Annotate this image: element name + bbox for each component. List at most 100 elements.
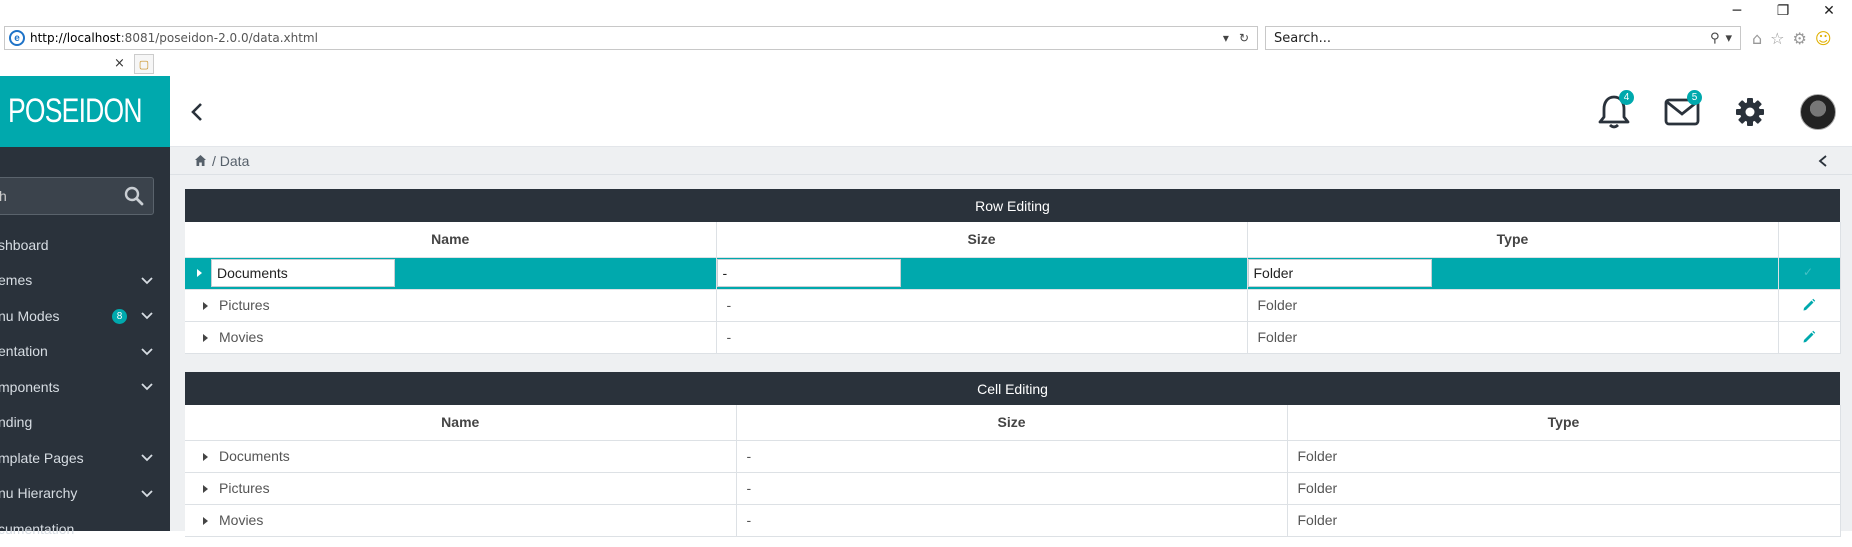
row-editing-panel: Row Editing Name Size Type Documents - F… [185,189,1841,354]
sidebar-item-label: nding [0,414,33,431]
row-editing-table: Name Size Type Documents - Folder ✓ Pict… [185,222,1841,354]
type-cell[interactable]: Folder [1286,439,1841,473]
sidebar: ≋ POSEIDON shboard emes nu Modes 8 entation m… [0,76,170,537]
search-dropdown-icon[interactable]: ▾ [1725,31,1732,46]
settings-gear-icon[interactable]: ⚙ [1793,29,1807,48]
chevron-down-icon [141,454,153,462]
row-toggler-icon[interactable] [203,453,208,462]
sidebar-item[interactable]: mplate Pages [0,440,170,476]
minimize-button[interactable]: ─ [1714,0,1760,22]
row-toggler-icon[interactable] [197,269,202,277]
chevron-down-icon [141,347,153,355]
settings-button[interactable] [1716,76,1784,147]
dropdown-icon[interactable]: ▾ [1223,31,1229,45]
chevron-down-icon [141,489,153,497]
sidebar-search-input[interactable] [0,188,115,204]
column-header-actions [1777,222,1841,258]
column-header-name[interactable]: Name [185,222,717,258]
close-window-button[interactable]: ✕ [1806,0,1852,22]
sidebar-item[interactable]: nu Modes 8 [0,298,170,334]
sidebar-menu: shboard emes nu Modes 8 entation mponents ndin… [0,227,170,547]
favorites-star-icon[interactable]: ☆ [1770,29,1784,48]
home-icon[interactable]: ⌂ [1752,29,1762,48]
profile-button[interactable] [1784,76,1852,147]
name-cell[interactable]: Documents [185,439,737,473]
type-input[interactable]: Folder [1247,259,1432,287]
name-cell: Movies [185,320,717,354]
feedback-smiley-icon[interactable]: ☺ [1815,29,1832,48]
sidebar-item[interactable]: entation [0,334,170,370]
table-row: Pictures - Folder [185,288,1841,322]
logo[interactable]: ≋ POSEIDON [0,76,170,147]
save-check-icon[interactable]: ✓ [1803,265,1813,279]
sidebar-item[interactable]: shboard [0,227,170,263]
column-header-type[interactable]: Type [1286,405,1841,441]
sidebar-item[interactable]: emes [0,263,170,299]
menu-count-badge: 8 [112,309,127,324]
name-cell[interactable]: Movies [185,503,737,537]
column-header-type[interactable]: Type [1246,222,1779,258]
refresh-icon[interactable]: ↻ [1239,31,1249,45]
new-tab-button[interactable]: ▢ [134,54,154,74]
sidebar-item-label: shboard [0,236,49,253]
sidebar-item-label: nu Hierarchy [0,485,78,502]
size-cell[interactable]: - [735,503,1288,537]
type-cell: Folder [1246,288,1779,322]
type-cell[interactable]: Folder [1286,471,1841,505]
sidebar-item[interactable]: nu Hierarchy [0,476,170,512]
row-toggler-icon[interactable] [203,517,208,526]
pencil-icon[interactable] [1802,330,1816,344]
row-name: Movies [219,329,264,345]
row-toggler-icon[interactable] [203,302,208,311]
table-row: Movies - Folder [185,503,1841,537]
notifications-button[interactable]: 4 [1580,76,1648,147]
sidebar-item-label: cumentation [0,520,75,537]
row-toggler-icon[interactable] [203,334,208,343]
tab-strip: × ▢ [0,52,1852,76]
home-icon[interactable] [194,154,207,167]
sidebar-item-label: mponents [0,378,60,395]
type-cell[interactable]: Folder [1286,503,1841,537]
size-cell[interactable]: - [735,471,1288,505]
avatar [1800,93,1836,130]
browser-search-bar[interactable]: Search... ⚲ ▾ [1265,26,1741,50]
table-row: Documents - Folder ✓ [185,256,1841,290]
chevron-down-icon [141,276,153,284]
type-cell: Folder [1246,256,1779,290]
notifications-count-badge: 4 [1619,90,1634,105]
name-cell: Documents [185,256,717,290]
cell-editing-title: Cell Editing [185,372,1840,405]
messages-button[interactable]: 5 [1648,76,1716,147]
search-icon[interactable]: ⚲ [1710,31,1720,46]
sidebar-item-label: nu Modes [0,307,60,324]
url-text[interactable]: http://localhost:8081/poseidon-2.0.0/dat… [30,31,1223,45]
menu-toggle-chevron-left-icon[interactable] [186,100,208,124]
breadcrumb: / Data [170,147,1852,175]
browser-chrome: ─ ❐ ✕ e http://localhost:8081/poseidon-2… [0,0,1852,76]
sidebar-item[interactable]: cumentation [0,511,170,547]
type-cell: Folder [1246,320,1779,354]
name-cell[interactable]: Pictures [185,471,737,505]
row-name: Pictures [219,297,270,313]
sidebar-item[interactable]: nding [0,405,170,441]
size-cell[interactable]: - [735,439,1288,473]
size-cell: - [715,320,1248,354]
search-icon[interactable] [121,183,147,209]
column-header-size[interactable]: Size [735,405,1288,441]
address-bar[interactable]: e http://localhost:8081/poseidon-2.0.0/d… [4,26,1258,50]
column-header-name[interactable]: Name [185,405,737,441]
size-input[interactable]: - [716,259,901,287]
name-input[interactable]: Documents [211,259,395,287]
row-toggler-icon[interactable] [203,485,208,494]
pencil-icon[interactable] [1802,298,1816,312]
size-cell: - [715,256,1248,290]
column-header-size[interactable]: Size [715,222,1248,258]
sidebar-item[interactable]: mponents [0,369,170,405]
window-controls: ─ ❐ ✕ [1714,0,1852,22]
restore-button[interactable]: ❐ [1760,0,1806,22]
table-row: Movies - Folder [185,320,1841,354]
row-name: Movies [219,512,264,528]
chevron-left-icon[interactable] [1816,154,1830,168]
row-name: Pictures [219,480,270,496]
tab-close-icon[interactable]: × [114,56,125,71]
